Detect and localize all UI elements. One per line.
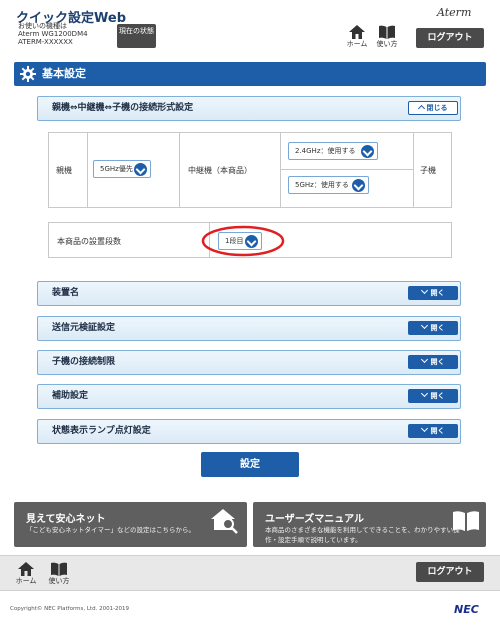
panel-title: 送信元検証設定	[52, 323, 116, 333]
band24-select[interactable]: 2.4GHz：使用する	[288, 142, 378, 160]
chevron-down-icon	[420, 355, 428, 364]
highlight-circle	[201, 225, 285, 257]
chevron-up-icon	[417, 104, 425, 113]
stage-label-cell: 本商品の設置段数	[48, 222, 210, 258]
panel-header[interactable]: 子機の接続制限	[37, 350, 461, 375]
manual-label: 使い方	[376, 40, 398, 48]
chevron-down-icon	[420, 321, 428, 330]
stage-label: 本商品の設置段数	[57, 237, 121, 246]
device-ssid: ATERM-XXXXXX	[18, 38, 73, 46]
chevron-down-icon	[420, 424, 428, 433]
book-icon	[379, 25, 395, 39]
panel-title: 装置名	[52, 288, 80, 298]
user-manual-desc-line1: 本商品のさまざまな機能を利用してできることを、わかりやすい操	[265, 526, 460, 534]
panel-title: 状態表示ランプ点灯設定	[52, 426, 151, 436]
chevron-down-icon	[420, 389, 428, 398]
open-panel-button[interactable]: 開く	[408, 321, 458, 335]
manual-button[interactable]: 使い方	[374, 25, 400, 49]
status-button[interactable]: 現在の状態	[117, 24, 156, 48]
nec-logo: NEC	[454, 603, 479, 616]
band5-select[interactable]: 5GHz：使用する	[288, 176, 369, 194]
footer-manual-button[interactable]: 使い方	[46, 562, 72, 586]
safety-net-link[interactable]: 見えて安心ネット 「こども安心ネットタイマー」などの設定はこちらから。	[14, 502, 247, 547]
child-cell: 子機	[413, 132, 452, 208]
home-icon	[349, 25, 365, 39]
book-icon	[453, 511, 479, 531]
open-panel-label: 開く	[430, 289, 445, 297]
connection-panel-header[interactable]: 親機⇔中継機⇔子機の接続形式設定	[37, 96, 461, 121]
footer-home-label: ホーム	[15, 577, 37, 585]
home-search-icon	[211, 509, 238, 534]
chevron-down-icon	[361, 145, 374, 158]
parent-label: 親機	[56, 166, 72, 175]
repeater-label: 中継機（本商品）	[188, 166, 252, 175]
apply-button[interactable]: 設定	[201, 452, 299, 477]
open-panel-label: 開く	[430, 324, 445, 332]
band24-value: 2.4GHz：使用する	[295, 147, 356, 155]
panel-header[interactable]: 装置名	[37, 281, 461, 306]
device-label: お使いの機種は	[18, 22, 67, 30]
parent-cell: 親機	[48, 132, 88, 208]
home-label: ホーム	[346, 40, 368, 48]
section-title: 基本設定	[14, 62, 486, 86]
footer-manual-label: 使い方	[48, 577, 70, 585]
gear-icon	[20, 66, 36, 82]
open-panel-label: 開く	[430, 358, 445, 366]
panel-title: 子機の接続制限	[52, 357, 116, 367]
user-manual-desc-line2: 作・設定手順で説明しています。	[265, 536, 362, 544]
panel-header[interactable]: 送信元検証設定	[37, 316, 461, 341]
footer-home-button[interactable]: ホーム	[13, 562, 39, 586]
child-label: 子機	[420, 166, 436, 175]
connection-panel-title: 親機⇔中継機⇔子機の接続形式設定	[52, 103, 194, 113]
parent-band-select[interactable]: 5GHz優先	[93, 160, 151, 178]
logout-button[interactable]: ログアウト	[416, 28, 484, 48]
open-panel-button[interactable]: 開く	[408, 389, 458, 403]
home-button[interactable]: ホーム	[344, 25, 370, 49]
repeater-cell: 中継機（本商品）	[179, 132, 281, 208]
panel-header[interactable]: 状態表示ランプ点灯設定	[37, 419, 461, 444]
open-panel-button[interactable]: 開く	[408, 355, 458, 369]
footer-logout-button[interactable]: ログアウト	[416, 562, 484, 582]
copyright: Copyright© NEC Platforms, Ltd. 2001-2019	[10, 606, 130, 612]
panel-title: 補助設定	[52, 391, 89, 401]
device-model: Aterm WG1200DM4	[18, 30, 88, 38]
close-panel-label: 閉じる	[426, 104, 448, 112]
open-panel-button[interactable]: 開く	[408, 286, 458, 300]
panel-header[interactable]: 補助設定	[37, 384, 461, 409]
safety-net-desc: 「こども安心ネットタイマー」などの設定はこちらから。	[26, 526, 195, 534]
chevron-down-icon	[420, 286, 428, 295]
chevron-down-icon	[134, 163, 147, 176]
chevron-down-icon	[352, 179, 365, 192]
parent-band-value: 5GHz優先	[100, 165, 133, 173]
user-manual-link[interactable]: ユーザーズマニュアル 本商品のさまざまな機能を利用してできることを、わかりやすい…	[253, 502, 486, 547]
user-manual-title: ユーザーズマニュアル	[265, 514, 364, 525]
brand-logo: Aterm	[437, 6, 472, 19]
open-panel-button[interactable]: 開く	[408, 424, 458, 438]
band5-value: 5GHz：使用する	[295, 181, 349, 189]
open-panel-label: 開く	[430, 392, 445, 400]
home-icon	[18, 562, 34, 576]
safety-net-title: 見えて安心ネット	[26, 514, 106, 525]
open-panel-label: 開く	[430, 427, 445, 435]
user-manual-desc: 本商品のさまざまな機能を利用してできることを、わかりやすい操 作・設定手順で説明…	[265, 525, 460, 545]
close-panel-button[interactable]: 閉じる	[408, 101, 458, 115]
book-icon	[51, 562, 67, 576]
